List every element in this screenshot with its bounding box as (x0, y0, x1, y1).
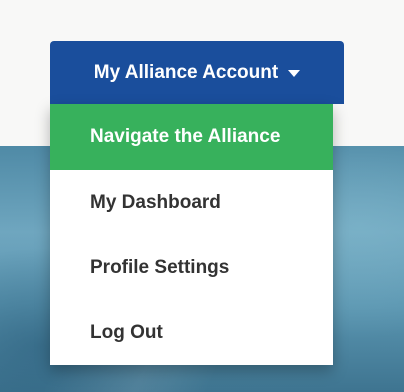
account-dropdown-menu: Navigate the Alliance My Dashboard Profi… (50, 104, 333, 365)
menu-item-log-out[interactable]: Log Out (50, 300, 333, 365)
menu-item-my-dashboard[interactable]: My Dashboard (50, 170, 333, 235)
menu-item-label: Navigate the Alliance (90, 126, 281, 147)
caret-down-icon (288, 70, 301, 77)
menu-item-navigate-the-alliance[interactable]: Navigate the Alliance (50, 104, 333, 170)
menu-item-label: My Dashboard (90, 191, 221, 213)
menu-item-profile-settings[interactable]: Profile Settings (50, 235, 333, 300)
my-account-dropdown-button[interactable]: My Alliance Account (50, 41, 344, 104)
account-button-label: My Alliance Account (93, 61, 279, 83)
menu-item-label: Log Out (90, 321, 163, 343)
menu-item-label: Profile Settings (90, 256, 230, 278)
